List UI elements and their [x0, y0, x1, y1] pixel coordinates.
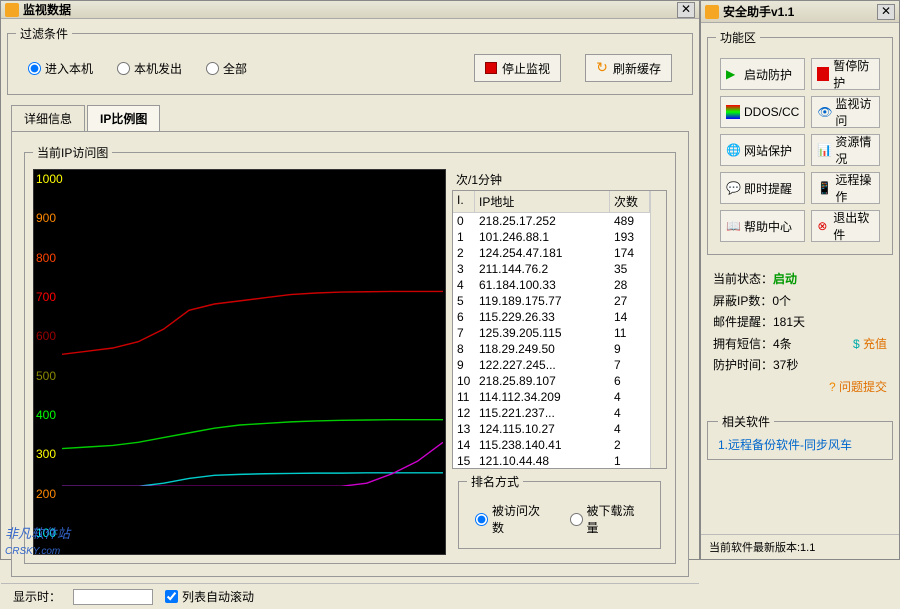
side-title: 安全助手v1.1: [723, 3, 877, 20]
filter-legend: 过滤条件: [16, 25, 72, 42]
related-legend: 相关软件: [718, 413, 774, 430]
exit-button[interactable]: ⊗退出软件: [811, 210, 880, 242]
func-legend: 功能区: [716, 29, 760, 46]
table-row[interactable]: 0218.25.17.252489: [453, 213, 650, 229]
sort-group: 排名方式 被访问次数 被下载流量: [458, 473, 661, 549]
table-row[interactable]: 7125.39.205.11511: [453, 325, 650, 341]
col-ip[interactable]: IP地址: [475, 191, 610, 212]
blocked-ip: 屏蔽IP数：0个: [713, 291, 887, 313]
table-row[interactable]: 2124.254.47.181174: [453, 245, 650, 261]
table-row[interactable]: 13124.115.10.274: [453, 421, 650, 437]
radio-outgoing[interactable]: 本机发出: [117, 60, 182, 77]
table-header: I. IP地址 次数: [453, 191, 650, 213]
radio-sort-visits[interactable]: 被访问次数: [475, 502, 550, 536]
stop-icon: [817, 67, 829, 81]
radio-all[interactable]: 全部: [206, 60, 247, 77]
refresh-cache-button[interactable]: ↻刷新缓存: [585, 54, 672, 82]
table-row[interactable]: 11114.112.34.2094: [453, 389, 650, 405]
watermark: 非凡软件站CRSKY.com: [5, 523, 70, 557]
help-button[interactable]: 📖帮助中心: [720, 210, 805, 242]
remote-button[interactable]: 📱远程操作: [811, 172, 880, 204]
auto-scroll-checkbox[interactable]: 列表自动滚动: [165, 588, 254, 605]
table-row[interactable]: 15121.10.44.481: [453, 453, 650, 468]
table-title: 次/1分钟: [452, 169, 667, 190]
tab-detail[interactable]: 详细信息: [11, 105, 85, 131]
state-value: 启动: [773, 272, 797, 286]
site-protect-button[interactable]: 🌐网站保护: [720, 134, 805, 166]
table-row[interactable]: 9122.227.245...7: [453, 357, 650, 373]
chart-group: 当前IP访问图 1000900800700600500400300200100 …: [24, 144, 676, 564]
show-time-label: 显示时：: [13, 588, 61, 605]
monitor-window: 监视数据 ✕ 过滤条件 进入本机 本机发出 全部 停止监视 ↻刷新缓存 详细信息…: [0, 0, 700, 560]
related-item-1[interactable]: 1.远程备份软件-同步风车: [718, 436, 882, 453]
uptime: 防护时间：37秒: [713, 355, 887, 377]
refresh-icon: ↻: [596, 62, 608, 74]
chart-canvas: [62, 172, 443, 486]
sms-count: 拥有短信：4条: [713, 334, 792, 356]
table-row[interactable]: 12115.221.237...4: [453, 405, 650, 421]
ip-table: I. IP地址 次数 0218.25.17.2524891101.246.88.…: [452, 190, 667, 469]
resource-button[interactable]: 📊资源情况: [811, 134, 880, 166]
tab-ip-ratio[interactable]: IP比例图: [87, 105, 160, 131]
start-protect-button[interactable]: ▶启动防护: [720, 58, 805, 90]
globe-icon: 🌐: [726, 143, 740, 157]
y-axis-ticks: 1000900800700600500400300200100: [36, 170, 62, 554]
table-row[interactable]: 3211.144.76.235: [453, 261, 650, 277]
sort-legend: 排名方式: [467, 473, 523, 490]
table-row[interactable]: 461.184.100.3328: [453, 277, 650, 293]
mail-alert: 邮件提醒：181天: [713, 312, 887, 334]
eye-icon: 👁: [817, 105, 831, 119]
stop-icon: [485, 62, 497, 74]
filter-group: 过滤条件 进入本机 本机发出 全部 停止监视 ↻刷新缓存: [7, 25, 693, 95]
table-row[interactable]: 14115.238.140.412: [453, 437, 650, 453]
table-row[interactable]: 8118.29.249.509: [453, 341, 650, 357]
col-index[interactable]: I.: [453, 191, 475, 212]
status-bar: 显示时： 列表自动滚动: [1, 583, 699, 609]
col-count[interactable]: 次数: [610, 191, 650, 212]
exit-icon: ⊗: [817, 219, 829, 233]
pause-protect-button[interactable]: 暂停防护: [811, 58, 880, 90]
radio-incoming[interactable]: 进入本机: [28, 60, 93, 77]
monitor-button[interactable]: 👁监视访问: [811, 96, 880, 128]
side-footer: 当前软件最新版本:1.1: [701, 534, 899, 559]
side-app-icon: [705, 5, 719, 19]
assistant-window: 安全助手v1.1 ✕ 功能区 ▶启动防护 暂停防护 DDOS/CC 👁监视访问 …: [700, 0, 900, 560]
feedback-link[interactable]: ? 问题提交: [829, 380, 887, 394]
radio-sort-traffic[interactable]: 被下载流量: [570, 502, 645, 536]
play-icon: ▶: [726, 67, 740, 81]
chart-legend: 当前IP访问图: [33, 144, 112, 161]
related-software: 相关软件 1.远程备份软件-同步风车: [707, 413, 893, 460]
dollar-icon: $: [853, 337, 863, 351]
book-icon: 📖: [726, 219, 740, 233]
stop-monitor-button[interactable]: 停止监视: [474, 54, 561, 82]
alert-button[interactable]: 💬即时提醒: [720, 172, 805, 204]
chart-icon: 📊: [817, 143, 831, 157]
table-scrollbar[interactable]: [650, 191, 666, 468]
tab-bar: 详细信息 IP比例图: [11, 105, 689, 131]
table-row[interactable]: 5119.189.175.7727: [453, 293, 650, 309]
function-group: 功能区 ▶启动防护 暂停防护 DDOS/CC 👁监视访问 🌐网站保护 📊资源情况…: [707, 29, 893, 255]
table-row[interactable]: 6115.229.26.3314: [453, 309, 650, 325]
ddos-icon: [726, 105, 740, 119]
state-label: 当前状态：: [713, 272, 773, 286]
question-icon: ?: [829, 380, 839, 394]
main-titlebar: 监视数据 ✕: [1, 1, 699, 19]
bell-icon: 💬: [726, 181, 740, 195]
table-body[interactable]: 0218.25.17.2524891101.246.88.11932124.25…: [453, 213, 650, 468]
recharge-link[interactable]: $ 充值: [853, 334, 887, 356]
side-close-icon[interactable]: ✕: [877, 4, 895, 20]
show-time-input[interactable]: [73, 589, 153, 605]
table-row[interactable]: 1101.246.88.1193: [453, 229, 650, 245]
ddos-button[interactable]: DDOS/CC: [720, 96, 805, 128]
table-row[interactable]: 10218.25.89.1076: [453, 373, 650, 389]
side-titlebar: 安全助手v1.1 ✕: [701, 1, 899, 23]
window-title: 监视数据: [23, 1, 677, 18]
app-icon: [5, 3, 19, 17]
close-icon[interactable]: ✕: [677, 2, 695, 18]
tab-content: 当前IP访问图 1000900800700600500400300200100 …: [11, 131, 689, 577]
phone-icon: 📱: [817, 181, 831, 195]
status-panel: 当前状态：启动 屏蔽IP数：0个 邮件提醒：181天 拥有短信：4条 $ 充值 防…: [701, 261, 899, 407]
line-chart: 1000900800700600500400300200100: [33, 169, 446, 555]
